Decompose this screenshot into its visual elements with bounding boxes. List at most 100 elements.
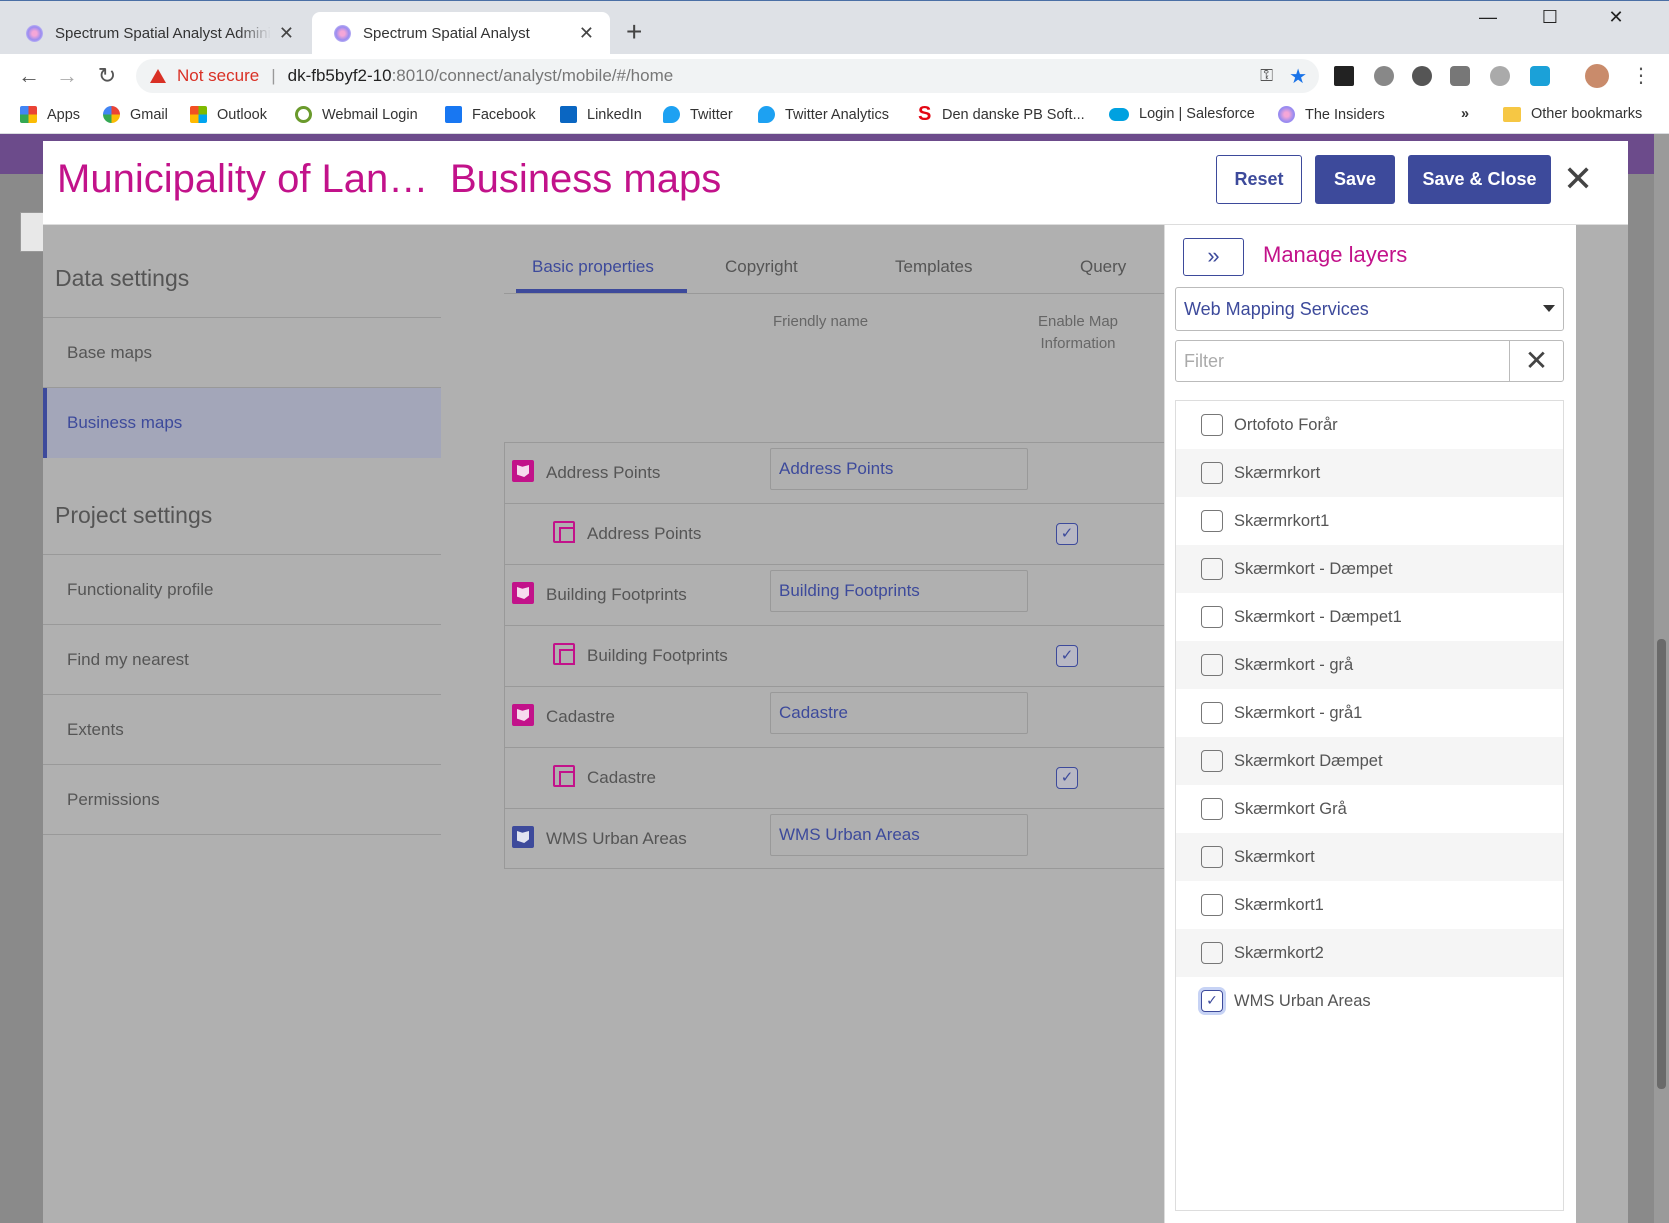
key-icon[interactable]: ⚿ xyxy=(1260,66,1273,86)
layer-option-label: Ortofoto Forår xyxy=(1234,415,1338,434)
list-item[interactable]: Skærmrkort xyxy=(1176,449,1563,497)
save-and-close-button[interactable]: Save & Close xyxy=(1408,155,1551,204)
bookmark-gmail[interactable]: Gmail xyxy=(103,106,168,123)
sidebar-item-business-maps[interactable]: Business maps xyxy=(43,388,441,458)
bookmark-salesforce[interactable]: Login | Salesforce xyxy=(1109,106,1255,122)
tab-basic-properties[interactable]: Basic properties xyxy=(532,257,654,277)
layer-checkbox[interactable] xyxy=(1201,894,1223,916)
bookmark-linkedin[interactable]: LinkedIn xyxy=(560,106,642,123)
save-button[interactable]: Save xyxy=(1315,155,1395,204)
bookmarks-overflow-button[interactable]: » xyxy=(1461,106,1469,122)
enable-map-info-checkbox[interactable]: ✓ xyxy=(1056,523,1078,545)
bookmark-twitter-analytics[interactable]: Twitter Analytics xyxy=(758,106,889,123)
minimize-button[interactable]: — xyxy=(1468,7,1508,28)
reload-button[interactable]: ↻ xyxy=(92,61,122,91)
enable-map-info-checkbox[interactable]: ✓ xyxy=(1056,767,1078,789)
friendly-name-input[interactable] xyxy=(770,448,1028,490)
layers-extension-icon[interactable] xyxy=(1334,66,1354,86)
clear-filter-icon[interactable]: ✕ xyxy=(1509,341,1563,381)
list-item[interactable]: Skærmkort - grå xyxy=(1176,641,1563,689)
sidebar-item-permissions[interactable]: Permissions xyxy=(43,765,441,835)
column-header-line: Enable Map xyxy=(1037,313,1119,330)
bookmark-apps[interactable]: Apps xyxy=(20,106,80,123)
layer-checkbox[interactable] xyxy=(1201,702,1223,724)
profile-avatar[interactable] xyxy=(1585,64,1609,88)
webmail-icon xyxy=(295,106,312,123)
circle-extension-icon[interactable] xyxy=(1412,66,1432,86)
layer-option-label: Skærmkort - Dæmpet xyxy=(1234,559,1393,578)
browser-menu-icon[interactable]: ⋮ xyxy=(1626,61,1656,91)
maximize-button[interactable]: ☐ xyxy=(1530,7,1570,28)
friendly-name-input[interactable] xyxy=(770,692,1028,734)
tab-close-icon[interactable]: ✕ xyxy=(579,23,594,44)
bookmark-other[interactable]: Other bookmarks xyxy=(1503,106,1642,122)
window-close-button[interactable]: ✕ xyxy=(1596,7,1636,28)
modal-header: Municipality of Lan… Business maps Reset… xyxy=(43,141,1628,225)
list-item[interactable]: Skærmrkort1 xyxy=(1176,497,1563,545)
layer-source-select[interactable]: Web Mapping Services xyxy=(1175,287,1564,331)
layer-checkbox[interactable] xyxy=(1201,798,1223,820)
layer-checkbox[interactable] xyxy=(1201,654,1223,676)
bookmark-outlook[interactable]: Outlook xyxy=(190,106,267,123)
page-scrollbar[interactable] xyxy=(1654,134,1669,1223)
scrollbar-thumb[interactable] xyxy=(1657,639,1666,1089)
camera-extension-icon[interactable] xyxy=(1490,66,1510,86)
browser-tab-analyst[interactable]: Spectrum Spatial Analyst ✕ xyxy=(312,12,610,55)
back-button[interactable]: ← xyxy=(14,61,44,91)
list-item[interactable]: Skærmkort - Dæmpet xyxy=(1176,545,1563,593)
bookmark-the-insiders[interactable]: The Insiders xyxy=(1278,106,1385,123)
sidebar-item-base-maps[interactable]: Base maps xyxy=(43,318,441,388)
list-item[interactable]: Skærmkort - Dæmpet1 xyxy=(1176,593,1563,641)
friendly-name-input[interactable] xyxy=(770,570,1028,612)
list-item[interactable]: Skærmkort Grå xyxy=(1176,785,1563,833)
g-extension-icon[interactable] xyxy=(1450,66,1470,86)
tab-close-icon[interactable]: ✕ xyxy=(279,23,294,44)
filter-input[interactable] xyxy=(1176,341,1509,381)
list-item[interactable]: Skærmkort1 xyxy=(1176,881,1563,929)
list-item[interactable]: Skærmkort xyxy=(1176,833,1563,881)
layer-checkbox[interactable] xyxy=(1201,750,1223,772)
bookmark-facebook[interactable]: Facebook xyxy=(445,106,536,123)
list-item[interactable]: Skærmkort - grå1 xyxy=(1176,689,1563,737)
close-icon[interactable]: ✕ xyxy=(1563,159,1593,199)
bookmark-label: Outlook xyxy=(217,106,267,123)
bookmark-twitter[interactable]: Twitter xyxy=(663,106,733,123)
not-secure-label[interactable]: Not secure xyxy=(177,66,259,86)
modal-body: Data settings Base maps Business maps Pr… xyxy=(43,225,1628,1223)
enable-map-info-checkbox[interactable]: ✓ xyxy=(1056,645,1078,667)
bookmark-star-icon[interactable]: ★ xyxy=(1289,64,1307,89)
list-item[interactable]: Skærmkort Dæmpet xyxy=(1176,737,1563,785)
layer-checkbox[interactable] xyxy=(1201,942,1223,964)
sidebar-item-extents[interactable]: Extents xyxy=(43,695,441,765)
layer-checkbox[interactable] xyxy=(1201,606,1223,628)
cloud-extension-icon[interactable] xyxy=(1530,66,1550,86)
omnibox-separator: | xyxy=(271,66,276,85)
layer-checkbox-checked[interactable]: ✓ xyxy=(1201,990,1223,1012)
bookmark-webmail[interactable]: Webmail Login xyxy=(295,106,418,123)
spectrum-favicon-icon xyxy=(334,25,351,42)
browser-tab-admin[interactable]: Spectrum Spatial Analyst Adminis ✕ xyxy=(4,12,310,55)
forward-button[interactable]: → xyxy=(52,61,82,91)
collapse-panel-button[interactable]: » xyxy=(1183,238,1244,276)
sidebar-item-functionality-profile[interactable]: Functionality profile xyxy=(43,555,441,625)
address-bar[interactable]: Not secure | dk-fb5byf2-10:8010/connect/… xyxy=(136,59,1319,93)
new-tab-button[interactable]: + xyxy=(626,17,642,47)
reset-button[interactable]: Reset xyxy=(1216,155,1302,204)
friendly-name-input[interactable] xyxy=(770,814,1028,856)
layer-name: Cadastre xyxy=(546,707,615,726)
list-item[interactable]: Ortofoto Forår xyxy=(1176,401,1563,449)
tab-templates[interactable]: Templates xyxy=(895,257,972,277)
layer-checkbox[interactable] xyxy=(1201,510,1223,532)
layer-checkbox[interactable] xyxy=(1201,846,1223,868)
list-item[interactable]: ✓ WMS Urban Areas xyxy=(1176,977,1563,1025)
layer-checkbox[interactable] xyxy=(1201,558,1223,580)
bookmark-den-danske[interactable]: S Den danske PB Soft... xyxy=(918,104,1085,124)
sidebar-item-find-my-nearest[interactable]: Find my nearest xyxy=(43,625,441,695)
tab-copyright[interactable]: Copyright xyxy=(725,257,798,277)
tab-query[interactable]: Query xyxy=(1080,257,1126,277)
insiders-icon xyxy=(1278,106,1295,123)
layer-checkbox[interactable] xyxy=(1201,414,1223,436)
layer-checkbox[interactable] xyxy=(1201,462,1223,484)
puzzle-extension-icon[interactable] xyxy=(1374,66,1394,86)
list-item[interactable]: Skærmkort2 xyxy=(1176,929,1563,977)
